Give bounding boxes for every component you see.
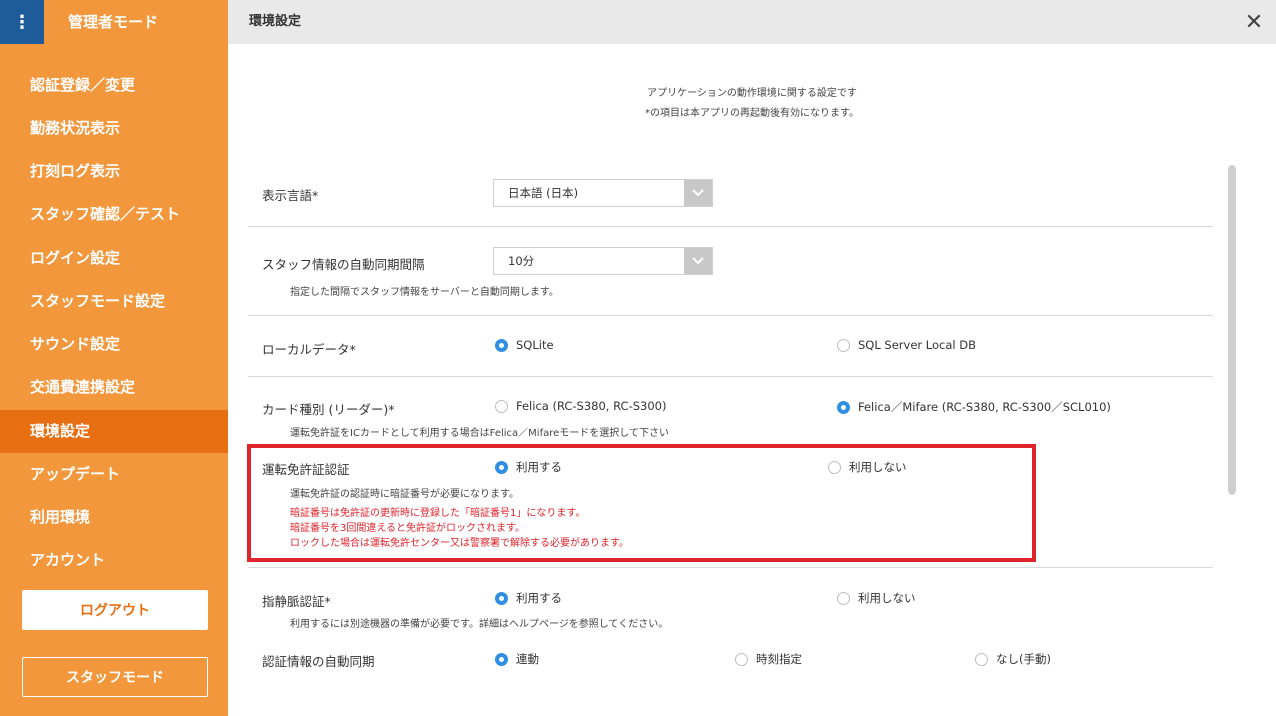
radio-label: SQLite — [516, 338, 554, 352]
radio-selected-icon — [495, 652, 508, 666]
sidebar-item-usage-environment[interactable]: 利用環境 — [0, 496, 228, 539]
language-select-value: 日本語 (日本) — [508, 186, 579, 200]
radio-label: 利用しない — [858, 591, 916, 605]
license-auth-label: 運転免許証認証 — [262, 462, 350, 477]
radio-selected-icon — [495, 338, 508, 352]
close-icon: ✕ — [1244, 9, 1264, 35]
chevron-down-icon — [684, 248, 712, 274]
radio-license-no-use[interactable]: 利用しない — [828, 459, 907, 475]
sidebar-item-staff-check[interactable]: スタッフ確認／テスト — [0, 193, 228, 236]
vein-auth-desc: 利用するには別途機器の準備が必要です。詳細はヘルプページを参照してください。 — [290, 619, 669, 630]
card-type-desc: 運転免許証をICカードとして利用する場合はFelica／Mifareモードを選択… — [290, 428, 669, 439]
radio-vein-use[interactable]: 利用する — [495, 590, 562, 606]
radio-sync-manual[interactable]: なし(手動) — [975, 651, 1051, 667]
radio-label: 利用する — [516, 460, 562, 474]
radio-unselected-icon — [837, 591, 850, 605]
local-data-label: ローカルデータ* — [262, 342, 356, 357]
auth-sync-label: 認証情報の自動同期 — [262, 654, 375, 669]
radio-unselected-icon — [828, 460, 841, 474]
intro-line-2: *の項目は本アプリの再起動後有効になります。 — [645, 108, 859, 119]
staff-mode-button[interactable]: スタッフモード — [22, 657, 208, 697]
language-label: 表示言語* — [262, 188, 319, 203]
license-auth-desc: 運転免許証の認証時に暗証番号が必要になります。 — [290, 489, 519, 500]
divider — [248, 567, 1213, 568]
radio-label: 利用する — [516, 591, 562, 605]
logout-button[interactable]: ログアウト — [22, 590, 208, 630]
radio-sync-time[interactable]: 時刻指定 — [735, 651, 802, 667]
radio-selected-icon — [837, 400, 850, 414]
main-panel: 環境設定 ✕ アプリケーションの動作環境に関する設定です *の項目は本アプリの再… — [228, 0, 1276, 716]
sidebar-item-environment-settings[interactable]: 環境設定 — [0, 410, 228, 453]
radio-unselected-icon — [495, 399, 508, 413]
sync-interval-select-value: 10分 — [508, 254, 535, 268]
radio-felica-mifare[interactable]: Felica／Mifare (RC-S380, RC-S300／SCL010) — [837, 399, 1111, 415]
sidebar-header: ⋮ 管理者モード — [0, 0, 228, 44]
scrollbar-thumb[interactable] — [1228, 165, 1236, 495]
divider — [248, 315, 1213, 316]
radio-selected-icon — [495, 591, 508, 605]
radio-sync-linked[interactable]: 連動 — [495, 651, 539, 667]
sync-interval-label: スタッフ情報の自動同期間隔 — [262, 257, 425, 272]
radio-sql-server-local-db[interactable]: SQL Server Local DB — [837, 338, 976, 352]
sidebar-item-sound-settings[interactable]: サウンド設定 — [0, 323, 228, 366]
sidebar-item-auth-registration[interactable]: 認証登録／変更 — [0, 64, 228, 107]
intro-line-1: アプリケーションの動作環境に関する設定です — [647, 88, 857, 99]
main-header: 環境設定 ✕ — [228, 0, 1276, 44]
sidebar-item-update[interactable]: アップデート — [0, 453, 228, 496]
divider — [248, 226, 1213, 227]
radio-vein-no-use[interactable]: 利用しない — [837, 590, 916, 606]
sidebar-item-login-settings[interactable]: ログイン設定 — [0, 237, 228, 280]
radio-license-use[interactable]: 利用する — [495, 459, 562, 475]
radio-label: 利用しない — [849, 460, 907, 474]
radio-sqlite[interactable]: SQLite — [495, 338, 554, 352]
sidebar-item-transport-settings[interactable]: 交通費連携設定 — [0, 366, 228, 409]
radio-unselected-icon — [975, 652, 988, 666]
divider — [248, 376, 1213, 377]
radio-label: Felica／Mifare (RC-S380, RC-S300／SCL010) — [858, 400, 1111, 414]
more-vertical-icon: ⋮ — [13, 11, 31, 33]
sync-interval-select[interactable]: 10分 — [493, 247, 713, 275]
sidebar-item-work-status[interactable]: 勤務状況表示 — [0, 107, 228, 150]
radio-label: 時刻指定 — [756, 652, 802, 666]
radio-unselected-icon — [837, 338, 850, 352]
radio-unselected-icon — [735, 652, 748, 666]
sidebar: ⋮ 管理者モード 認証登録／変更 勤務状況表示 打刻ログ表示 スタッフ確認／テス… — [0, 0, 228, 716]
radio-label: 連動 — [516, 652, 539, 666]
sidebar-item-account[interactable]: アカウント — [0, 539, 228, 582]
close-button[interactable]: ✕ — [1232, 0, 1276, 44]
page-title: 環境設定 — [249, 14, 302, 29]
radio-felica[interactable]: Felica (RC-S380, RC-S300) — [495, 399, 666, 413]
license-auth-warning: 暗証番号は免許証の更新時に登録した「暗証番号1」になります。 — [290, 508, 586, 519]
radio-label: SQL Server Local DB — [858, 338, 976, 352]
radio-label: Felica (RC-S380, RC-S300) — [516, 399, 667, 413]
chevron-down-icon — [684, 180, 712, 206]
sidebar-item-staff-mode-settings[interactable]: スタッフモード設定 — [0, 280, 228, 323]
menu-button[interactable]: ⋮ — [0, 0, 44, 44]
vein-auth-label: 指静脈認証* — [262, 594, 331, 609]
license-auth-warning: 暗証番号を3回間違えると免許証がロックされます。 — [290, 523, 526, 534]
sync-interval-desc: 指定した間隔でスタッフ情報をサーバーと自動同期します。 — [290, 287, 559, 298]
sidebar-title: 管理者モード — [68, 13, 159, 31]
sidebar-item-punch-log[interactable]: 打刻ログ表示 — [0, 150, 228, 193]
radio-label: なし(手動) — [996, 652, 1051, 666]
language-select[interactable]: 日本語 (日本) — [493, 179, 713, 207]
card-type-label: カード種別 (リーダー)* — [262, 402, 395, 417]
radio-selected-icon — [495, 460, 508, 474]
license-auth-warning: ロックした場合は運転免許センター又は警察署で解除する必要があります。 — [290, 538, 629, 549]
